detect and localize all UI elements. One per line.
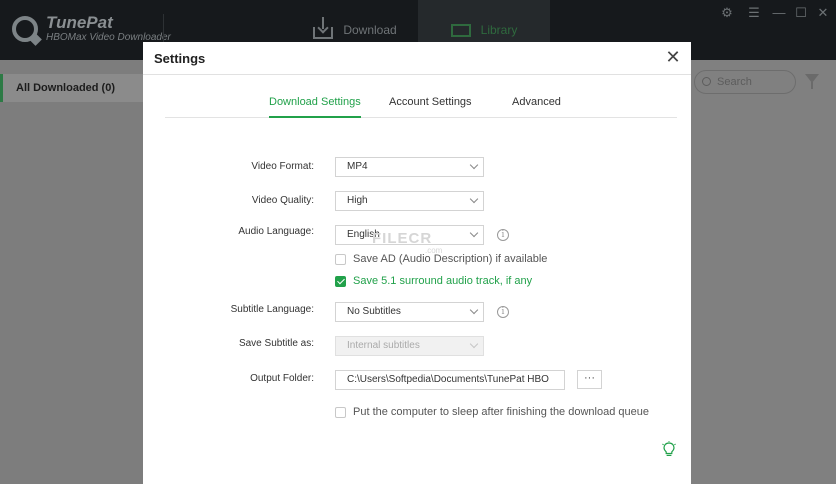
chevron-down-icon — [469, 305, 479, 315]
save-51-option[interactable]: Save 5.1 surround audio track, if any — [335, 274, 532, 288]
info-icon[interactable]: i — [497, 229, 509, 241]
app-logo: TunePat HBOMax Video Downloader — [12, 14, 171, 44]
watermark: FILECR — [372, 230, 433, 247]
subtitle-language-value: No Subtitles — [347, 306, 401, 317]
filter-icon[interactable] — [805, 74, 819, 89]
sleep-option[interactable]: Put the computer to sleep after finishin… — [335, 405, 649, 419]
browse-folder-button[interactable]: ··· — [577, 370, 602, 389]
output-folder-field[interactable]: C:\Users\Softpedia\Documents\TunePat HBO — [335, 370, 565, 390]
gear-icon[interactable]: ⚙ — [718, 4, 736, 22]
nav-tab-download-label: Download — [343, 23, 397, 37]
menu-icon[interactable]: ☰ — [745, 4, 763, 22]
minimize-icon[interactable]: — — [770, 4, 788, 22]
tab-download-settings[interactable]: Download Settings — [269, 96, 361, 118]
sleep-checkbox[interactable] — [335, 406, 346, 418]
settings-tabs: Download Settings Account Settings Advan… — [165, 94, 677, 118]
nav-tab-library-label: Library — [480, 23, 518, 37]
search-input[interactable]: Search — [694, 70, 796, 94]
tunepat-logo-icon — [12, 16, 38, 42]
settings-dialog: Settings ✕ Download Settings Account Set… — [143, 42, 691, 484]
maximize-icon[interactable]: ☐ — [792, 4, 810, 22]
search-placeholder: Search — [717, 76, 752, 88]
video-quality-select[interactable]: High — [335, 191, 484, 211]
sidebar — [0, 60, 143, 484]
save-51-checkbox[interactable] — [335, 275, 346, 287]
download-icon — [313, 17, 334, 39]
chevron-down-icon — [469, 160, 479, 170]
save-ad-label: Save AD (Audio Description) if available — [353, 253, 548, 265]
tab-account-settings[interactable]: Account Settings — [389, 96, 472, 118]
video-format-label: Video Format: — [251, 161, 314, 172]
sidebar-item-all-downloaded[interactable]: All Downloaded (0) — [0, 74, 143, 102]
save-subtitle-as-value: Internal subtitles — [347, 340, 420, 351]
close-icon[interactable]: ✕ — [665, 48, 681, 66]
video-format-value: MP4 — [347, 161, 368, 172]
info-icon[interactable]: i — [497, 306, 509, 318]
video-quality-value: High — [347, 195, 368, 206]
dialog-title: Settings — [154, 51, 206, 66]
save-subtitle-as-label: Save Subtitle as: — [238, 338, 314, 349]
video-format-select[interactable]: MP4 — [335, 157, 484, 177]
save-51-label: Save 5.1 surround audio track, if any — [353, 275, 533, 287]
sleep-label: Put the computer to sleep after finishin… — [353, 406, 649, 418]
app-logo-text: TunePat HBOMax Video Downloader — [46, 14, 171, 44]
app-name: TunePat — [46, 13, 113, 32]
video-quality-label: Video Quality: — [251, 195, 314, 206]
lightbulb-icon[interactable] — [662, 441, 676, 458]
audio-language-label: Audio Language: — [238, 226, 314, 237]
save-ad-checkbox[interactable] — [335, 253, 346, 265]
subtitle-language-label: Subtitle Language: — [230, 304, 314, 315]
tab-advanced[interactable]: Advanced — [512, 96, 561, 118]
monitor-icon — [450, 23, 471, 44]
chevron-down-icon — [469, 228, 479, 238]
chevron-down-icon — [469, 339, 479, 349]
chevron-down-icon — [469, 194, 479, 204]
save-subtitle-as-select: Internal subtitles — [335, 336, 484, 356]
window-close-icon[interactable]: ✕ — [814, 4, 832, 22]
subtitle-language-select[interactable]: No Subtitles — [335, 302, 484, 322]
search-icon — [702, 77, 711, 86]
watermark-sub: .com — [425, 246, 443, 255]
dialog-divider — [143, 74, 691, 75]
output-folder-label: Output Folder: — [250, 373, 314, 384]
